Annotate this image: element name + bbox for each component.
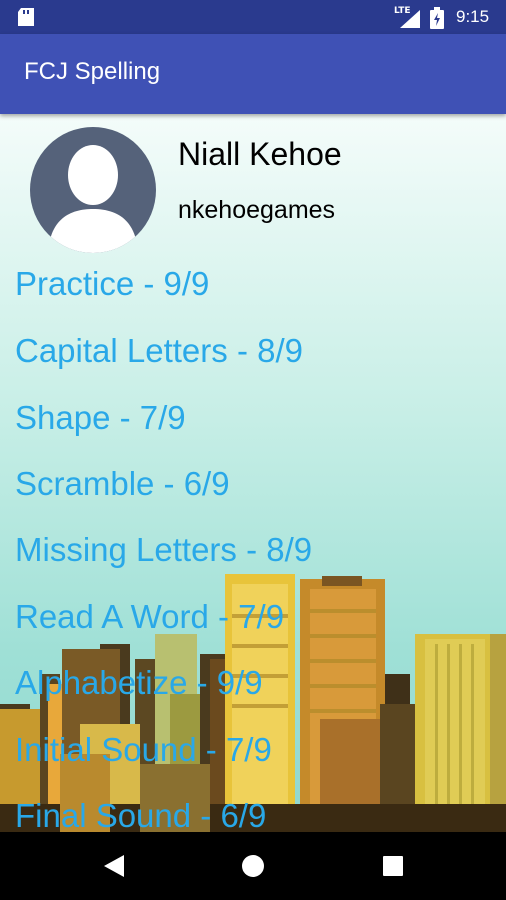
main-content: Niall Kehoe nkehoegames Practice - 9/9 C… bbox=[0, 114, 506, 832]
menu-item-capital-letters[interactable]: Capital Letters - 8/9 bbox=[15, 331, 303, 371]
profile-name: Niall Kehoe bbox=[178, 136, 342, 172]
avatar-icon[interactable] bbox=[30, 127, 156, 253]
recents-icon[interactable] bbox=[382, 855, 404, 877]
menu-item-practice[interactable]: Practice - 9/9 bbox=[15, 264, 209, 304]
menu-item-alphabetize[interactable]: Alphabetize - 9/9 bbox=[15, 663, 263, 703]
status-bar: LTE 9:15 bbox=[0, 0, 506, 34]
navigation-bar bbox=[0, 832, 506, 900]
app-bar: FCJ Spelling bbox=[0, 34, 506, 114]
menu-item-initial-sound[interactable]: Initial Sound - 7/9 bbox=[15, 730, 272, 770]
menu-item-missing-letters[interactable]: Missing Letters - 8/9 bbox=[15, 530, 312, 570]
battery-charging-icon bbox=[430, 7, 444, 29]
back-icon[interactable] bbox=[102, 854, 126, 878]
menu-item-shape[interactable]: Shape - 7/9 bbox=[15, 398, 186, 438]
app-title: FCJ Spelling bbox=[24, 58, 161, 85]
clock: 9:15 bbox=[456, 7, 490, 26]
menu-item-final-sound[interactable]: Final Sound - 6/9 bbox=[15, 796, 266, 832]
signal-icon bbox=[400, 10, 420, 28]
profile-header: Niall Kehoe nkehoegames bbox=[0, 114, 506, 264]
profile-username: nkehoegames bbox=[178, 196, 336, 224]
menu-item-scramble[interactable]: Scramble - 6/9 bbox=[15, 464, 230, 504]
sd-card-icon bbox=[18, 8, 34, 26]
menu-item-read-a-word[interactable]: Read A Word - 7/9 bbox=[15, 597, 284, 637]
home-icon[interactable] bbox=[241, 854, 265, 878]
